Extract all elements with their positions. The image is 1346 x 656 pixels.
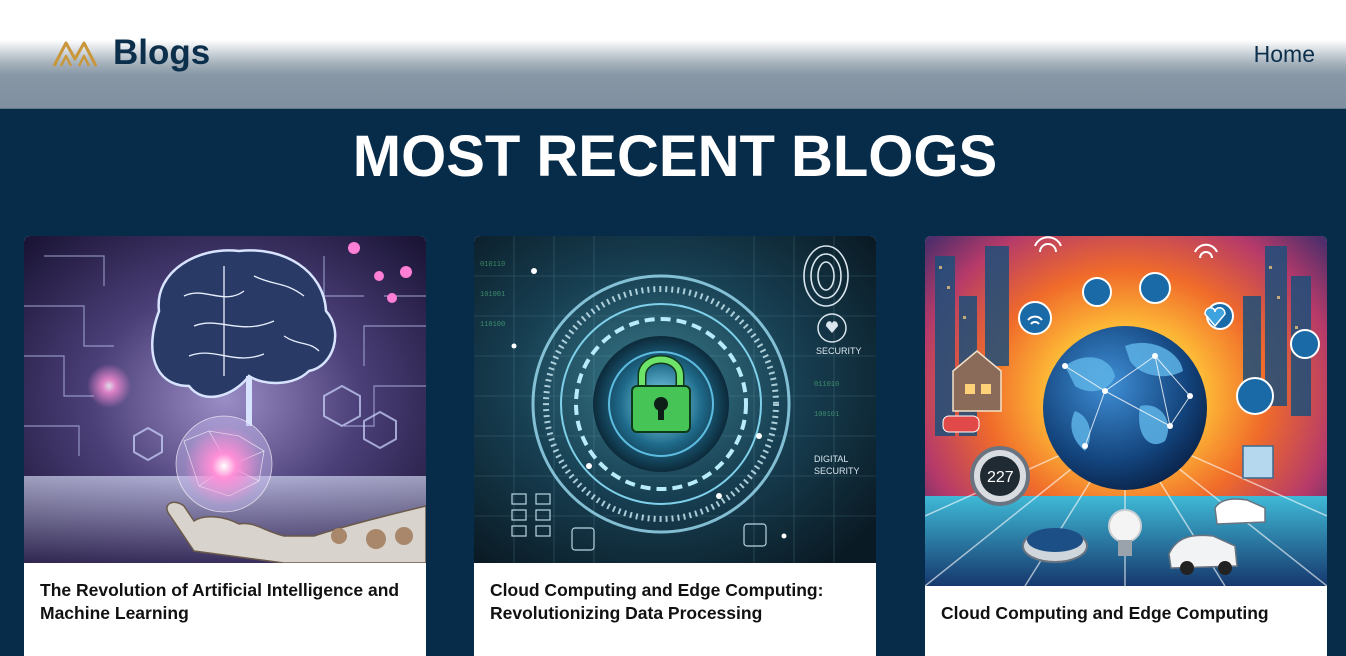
iot-globe-illustration[interactable]: 227	[925, 236, 1327, 586]
card-title[interactable]: Cloud Computing and Edge Computing: Revo…	[490, 579, 862, 625]
svg-text:011010: 011010	[814, 381, 839, 389]
brand-name[interactable]: Blogs	[113, 32, 210, 74]
card-title[interactable]: The Revolution of Artificial Intelligenc…	[40, 579, 412, 625]
svg-text:SECURITY: SECURITY	[814, 466, 860, 476]
site-header: Blogs Home	[0, 0, 1346, 109]
svg-text:DIGITAL: DIGITAL	[814, 454, 848, 464]
card-title[interactable]: Cloud Computing and Edge Computing	[941, 602, 1313, 625]
blog-card[interactable]: The Revolution of Artificial Intelligenc…	[24, 236, 426, 656]
svg-text:101001: 101001	[480, 291, 505, 299]
svg-text:110100: 110100	[480, 321, 505, 329]
nav-home-link[interactable]: Home	[1254, 40, 1315, 68]
svg-text:227: 227	[987, 469, 1014, 486]
svg-text:SECURITY: SECURITY	[816, 346, 862, 356]
security-lock-illustration[interactable]: 010110 101001 110100 011010 100101 SECURITY…	[474, 236, 876, 563]
blog-card[interactable]: 010110 101001 110100 011010 100101 SECURITY…	[474, 236, 876, 656]
page-title: MOST RECENT BLOGS	[352, 124, 998, 189]
blog-card[interactable]: 227 Cloud Computing and Edge Computing	[925, 236, 1327, 656]
mountain-logo-icon[interactable]	[52, 37, 98, 69]
svg-text:100101: 100101	[814, 411, 839, 419]
svg-text:010110: 010110	[480, 261, 505, 269]
ai-brain-illustration[interactable]	[24, 236, 426, 563]
